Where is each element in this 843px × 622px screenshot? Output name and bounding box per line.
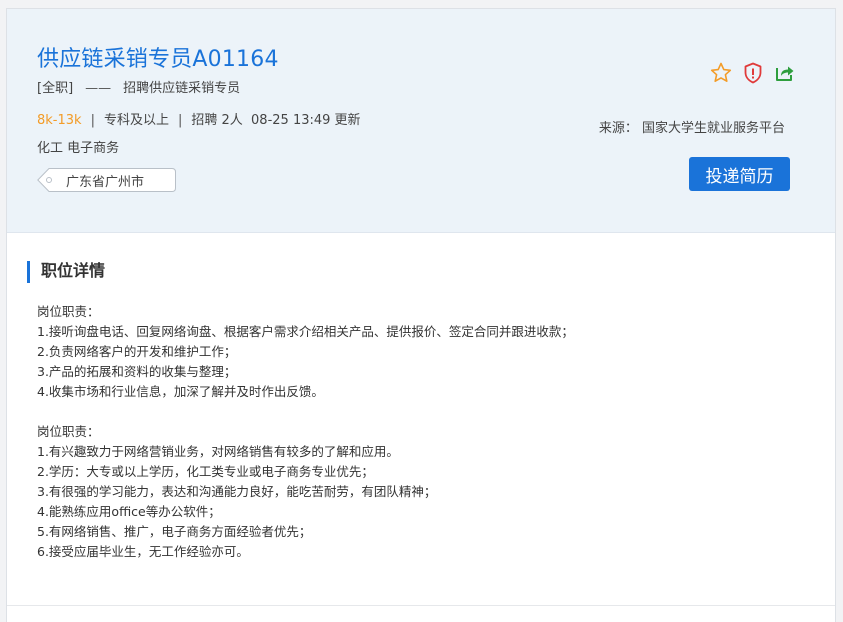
section-heading: 职位详情 — [27, 261, 105, 283]
description-line: 4.能熟练应用office等办公软件； — [37, 504, 221, 519]
description-line: 2.学历：大专或以上学历，化工类专业或电子商务专业优先； — [37, 464, 374, 479]
star-icon[interactable] — [709, 61, 733, 85]
recruit-line: 招聘供应链采销专员 — [123, 81, 241, 96]
location-tag: 广东省广州市 — [37, 168, 176, 192]
description-line: 1.有兴趣致力于网络营销业务，对网络销售有较多的了解和应用。 — [37, 444, 399, 459]
job-header: 供应链采销专员A01164 [全职] —— 招聘供应链采销专员 8k-13k | 专科及… — [7, 9, 835, 233]
description-line: 6.接受应届毕业生，无工作经验亦可。 — [37, 544, 249, 559]
job-subline: [全职] —— 招聘供应链采销专员 — [37, 77, 240, 96]
description-line: 4.收集市场和行业信息，加深了解并及时作出反馈。 — [37, 384, 324, 399]
source-value: 国家大学生就业服务平台 — [641, 121, 785, 136]
update-time: 08-25 13:49 更新 — [251, 113, 361, 128]
job-title: 供应链采销专员A01164 — [37, 47, 279, 72]
education: 专科及以上 — [103, 113, 169, 128]
location-text: 广东省广州市 — [66, 175, 145, 190]
description-line: 2.负责网络客户的开发和维护工作； — [37, 344, 237, 359]
description-line: 5.有网络销售、推广，电子商务方面经验者优先； — [37, 524, 312, 539]
apply-button[interactable]: 投递简历 — [689, 157, 790, 191]
description-line: 1.接听询盘电话、回复网络询盘、根据客户需求介绍相关产品、提供报价、签定合同并跟… — [37, 324, 574, 339]
source-label: 来源： — [598, 121, 638, 136]
dash-separator: —— — [85, 81, 112, 96]
share-icon[interactable] — [773, 61, 797, 85]
description-line: 3.有很强的学习能力，表达和沟通能力良好，能吃苦耐劳，有团队精神； — [37, 484, 437, 499]
description-line: 3.产品的拓展和资料的收集与整理； — [37, 364, 237, 379]
paragraph-title: 岗位职责： — [37, 304, 100, 319]
description-paragraph: 岗位职责： 1.接听询盘电话、回复网络询盘、根据客户需求介绍相关产品、提供报价、… — [37, 302, 797, 402]
job-description: 岗位职责： 1.接听询盘电话、回复网络询盘、根据客户需求介绍相关产品、提供报价、… — [37, 302, 797, 562]
paragraph-title: 岗位职责： — [37, 424, 100, 439]
job-meta: 8k-13k | 专科及以上 | 招聘 2人 08-25 13:49 更新 — [37, 113, 361, 128]
source-info: 来源： 国家大学生就业服务平台 — [599, 117, 785, 136]
divider — [7, 605, 835, 606]
industry-tags: 化工 电子商务 — [37, 141, 120, 156]
job-type: [全职] — [37, 81, 74, 96]
salary: 8k-13k — [37, 113, 82, 128]
description-paragraph: 岗位职责： 1.有兴趣致力于网络营销业务，对网络销售有较多的了解和应用。 2.学… — [37, 422, 797, 562]
shield-alert-icon[interactable] — [741, 61, 765, 85]
headcount: 招聘 2人 — [191, 113, 243, 128]
job-card: 供应链采销专员A01164 [全职] —— 招聘供应链采销专员 8k-13k | 专科及… — [6, 8, 836, 622]
